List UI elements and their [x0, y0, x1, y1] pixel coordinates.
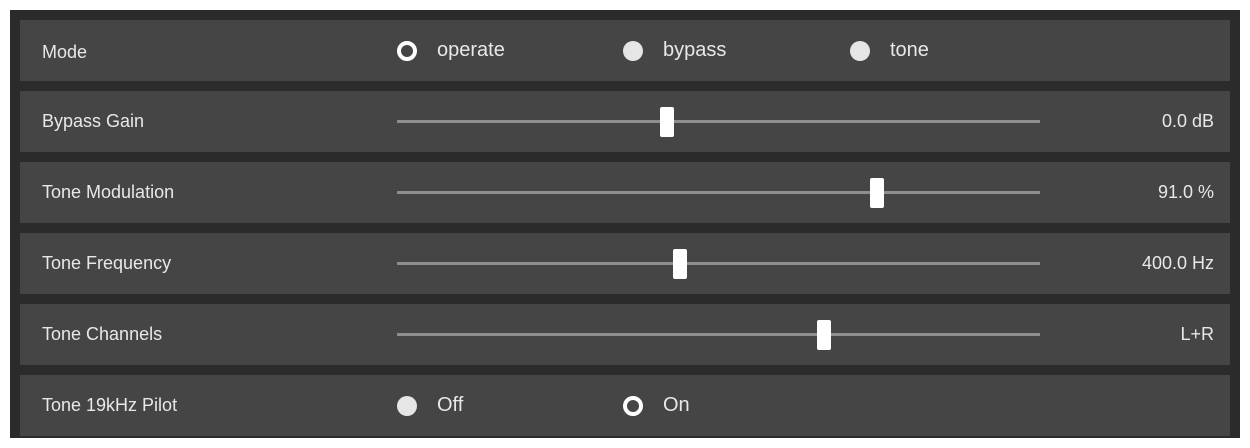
tone-pilot-option-on[interactable]: On	[623, 375, 690, 436]
mode-operate-radio[interactable]	[397, 40, 417, 61]
mode-option-tone[interactable]: tone	[850, 20, 929, 81]
mode-bypass-label: bypass	[663, 39, 727, 61]
bypass-gain-slider-thumb[interactable]	[660, 107, 675, 137]
bypass-gain-slider-track[interactable]	[397, 120, 1040, 123]
tone-modulation-slider-track[interactable]	[397, 191, 1040, 194]
tone-channels-row: Tone Channels L+R	[20, 304, 1230, 365]
bypass-gain-label: Bypass Gain	[42, 111, 145, 131]
tone-pilot-on-label: On	[663, 394, 690, 416]
tone-pilot-on-radio[interactable]	[623, 395, 643, 416]
tone-frequency-slider-track[interactable]	[397, 262, 1040, 265]
tone-pilot-off-label: Off	[437, 394, 464, 416]
tone-modulation-value: 91.0 %	[1157, 182, 1214, 202]
tone-channels-slider-track[interactable]	[397, 333, 1040, 336]
mode-operate-label: operate	[437, 39, 505, 61]
tone-frequency-row: Tone Frequency 400.0 Hz	[20, 233, 1230, 294]
tone-pilot-row: Tone 19kHz Pilot Off On	[20, 375, 1230, 436]
tone-modulation-row: Tone Modulation 91.0 %	[20, 162, 1230, 223]
tone-modulation-slider-thumb[interactable]	[870, 178, 885, 208]
mode-option-bypass[interactable]: bypass	[623, 20, 726, 81]
tone-frequency-slider-thumb[interactable]	[672, 249, 687, 279]
mode-bypass-radio[interactable]	[623, 40, 643, 61]
mode-option-operate[interactable]: operate	[397, 20, 505, 81]
tone-frequency-value: 400.0 Hz	[1141, 253, 1214, 273]
mode-row: Mode operate bypass tone	[20, 20, 1230, 81]
tone-channels-label: Tone Channels	[42, 324, 163, 344]
tone-modulation-label: Tone Modulation	[42, 182, 175, 202]
mode-tone-label: tone	[890, 39, 929, 61]
settings-panel: Mode operate bypass tone Bypass Gain 0.0…	[10, 10, 1240, 438]
tone-pilot-option-off[interactable]: Off	[397, 375, 463, 436]
mode-tone-radio[interactable]	[850, 40, 870, 61]
tone-frequency-label: Tone Frequency	[42, 253, 172, 273]
tone-pilot-off-radio[interactable]	[397, 395, 417, 416]
tone-pilot-label: Tone 19kHz Pilot	[42, 395, 178, 415]
bypass-gain-row: Bypass Gain 0.0 dB	[20, 91, 1230, 152]
tone-channels-slider-thumb[interactable]	[816, 320, 831, 350]
tone-channels-value: L+R	[1180, 324, 1214, 344]
bypass-gain-value: 0.0 dB	[1161, 111, 1214, 131]
